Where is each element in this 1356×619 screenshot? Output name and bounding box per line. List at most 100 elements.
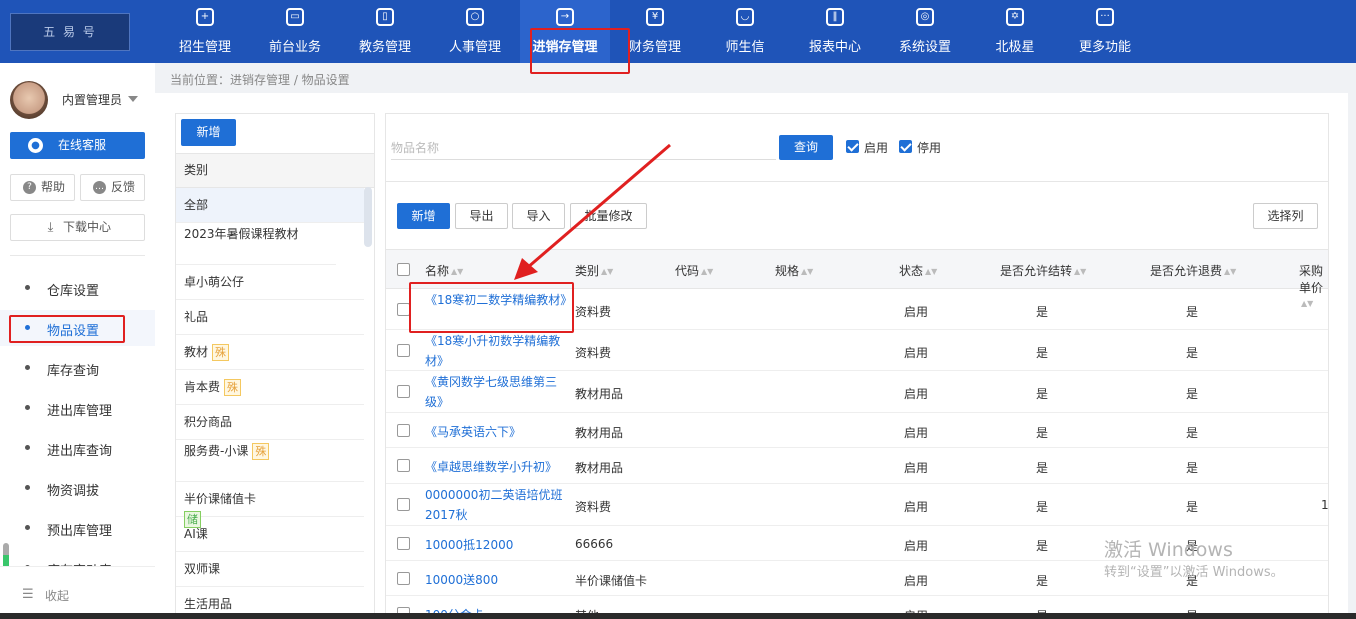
nav-label: 系统设置 [898,40,951,55]
avatar[interactable] [10,81,48,119]
sort-icon[interactable]: ▲▼ [1224,267,1236,276]
row-checkbox[interactable] [397,344,410,357]
column-header[interactable]: 规格 ▲▼ [775,262,813,279]
category-item[interactable]: 礼品 [176,300,364,335]
item-name-link[interactable]: 《卓越思维数学小升初》 [425,457,570,477]
select-columns-button[interactable]: 选择列 [1253,203,1318,229]
column-header[interactable]: 类别 ▲▼ [575,262,613,279]
row-checkbox[interactable] [397,572,410,585]
refund-cell: 是 [1186,461,1199,475]
feedback-button[interactable]: … 反馈 [80,174,145,201]
refund-cell: 是 [1186,426,1199,440]
sort-icon[interactable]: ▲▼ [701,267,713,276]
item-name-link[interactable]: 0000000初二英语培优班2017秋 [425,485,570,525]
category-item[interactable]: 教材殊 [176,335,364,370]
refund-cell: 是 [1186,305,1199,319]
bullet-icon [25,405,30,410]
price-cell: 1 [1321,498,1329,512]
table-row: 《卓越思维数学小升初》 教材用品 启用 是 是 [386,448,1328,484]
category-item[interactable]: 肯本费殊 [176,370,364,405]
chevron-down-icon[interactable] [128,96,138,102]
category-cell: 资料费 [575,500,612,514]
nav-bar-chart[interactable]: ‖ 报表中心 [790,0,880,63]
highlight-box [9,315,125,343]
nav-label: 前台业务 [268,40,321,55]
column-label: 代码 [675,264,700,278]
import-button[interactable]: 导入 [512,203,565,229]
category-cell: 半价课储值卡 [575,574,648,588]
collapse-button[interactable]: ☰ 收起 [0,566,155,619]
item-name-link[interactable]: 10000抵12000 [425,535,570,555]
category-item[interactable]: 双师课 [176,552,364,587]
column-header[interactable]: 是否允许退费 ▲▼ [1150,262,1236,279]
column-header[interactable]: 状态 ▲▼ [899,262,937,279]
row-checkbox[interactable] [397,537,410,550]
category-item[interactable]: 2023年暑假课程教材 [176,223,336,265]
online-service-button[interactable]: ● 在线客服 [10,132,145,159]
column-header[interactable]: 代码 ▲▼ [675,262,713,279]
category-item[interactable]: 半价课储值卡储 [176,482,364,528]
export-button[interactable]: 导出 [455,203,508,229]
row-checkbox[interactable] [397,424,410,437]
category-cell: 教材用品 [575,426,624,440]
batch-edit-button[interactable]: 批量修改 [570,203,647,229]
item-name-link[interactable]: 《黄冈数学七级思维第三级》 [425,372,570,412]
online-service-label: 在线客服 [58,138,107,152]
category-item[interactable]: 全部 [176,188,364,223]
column-header[interactable]: 是否允许结转 ▲▼ [1000,262,1086,279]
sidebar-item[interactable]: 物资调拔 [0,470,155,506]
nav-gear[interactable]: ◎ 系统设置 [880,0,970,63]
disable-checkbox[interactable] [899,140,912,153]
sort-icon[interactable]: ▲▼ [601,267,613,276]
bar-chart-icon: ‖ [826,8,844,26]
category-item[interactable]: 服务费-小课殊 [176,440,364,482]
help-button[interactable]: ? 帮助 [10,174,75,201]
bullet-icon [25,525,30,530]
row-checkbox[interactable] [397,498,410,511]
row-checkbox[interactable] [397,385,410,398]
sidebar-item[interactable]: 预出库管理 [0,510,155,546]
sidebar-item[interactable]: 进出库管理 [0,390,155,426]
refund-cell: 是 [1186,500,1199,514]
nav-label: 北极星 [995,40,1035,55]
nav-book[interactable]: ▯ 教务管理 [340,0,430,63]
column-label: 是否允许退费 [1150,264,1223,278]
download-center-button[interactable]: ⤓ 下载中心 [10,214,145,241]
column-header[interactable]: 名称 ▲▼ [425,262,463,279]
sort-icon[interactable]: ▲▼ [925,267,937,276]
sort-icon[interactable]: ▲▼ [1074,267,1086,276]
nav-chat[interactable]: ◡ 师生信 [700,0,790,63]
status-cell: 启用 [904,387,929,401]
bullet-icon [25,365,30,370]
category-panel: 新增 类别 全部 2023年暑假课程教材 卓小萌公仔 礼品 教材殊肯本费殊积分商品 服务费… [175,113,375,619]
item-name-link[interactable]: 《18寒小升初数学精编教材》 [425,331,570,371]
user-name[interactable]: 内置管理员 [62,91,122,108]
nav-person[interactable]: ○ 人事管理 [430,0,520,63]
sort-icon[interactable]: ▲▼ [451,267,463,276]
nav-person-plus[interactable]: + 招生管理 [160,0,250,63]
comment-icon: … [93,181,106,194]
select-all-checkbox[interactable] [397,263,410,276]
sort-icon[interactable]: ▲▼ [801,267,813,276]
category-item[interactable]: 积分商品 [176,405,364,440]
sidebar-item[interactable]: 进出库查询 [0,430,155,466]
category-item[interactable]: 卓小萌公仔 [176,265,364,300]
category-scrollbar[interactable] [364,187,372,247]
nav-star[interactable]: ✡ 北极星 [970,0,1060,63]
sidebar-item[interactable]: 库存查询 [0,350,155,386]
add-item-button[interactable]: 新增 [397,203,450,229]
enable-checkbox[interactable] [846,140,859,153]
category-item[interactable]: AI课 [176,517,364,552]
nav-monitor[interactable]: ▭ 前台业务 [250,0,340,63]
item-name-link[interactable]: 10000送800 [425,570,570,590]
carry-over-cell: 是 [1036,461,1049,475]
refund-cell: 是 [1186,387,1199,401]
help-label: 帮助 [41,180,66,194]
row-checkbox[interactable] [397,459,410,472]
query-button[interactable]: 查询 [779,135,833,160]
nav-more[interactable]: ··· 更多功能 [1060,0,1150,63]
add-category-button[interactable]: 新增 [181,119,236,146]
sidebar-item[interactable]: 仓库设置 [0,270,155,306]
item-name-input[interactable] [391,136,776,160]
item-name-link[interactable]: 《马承英语六下》 [425,422,570,442]
